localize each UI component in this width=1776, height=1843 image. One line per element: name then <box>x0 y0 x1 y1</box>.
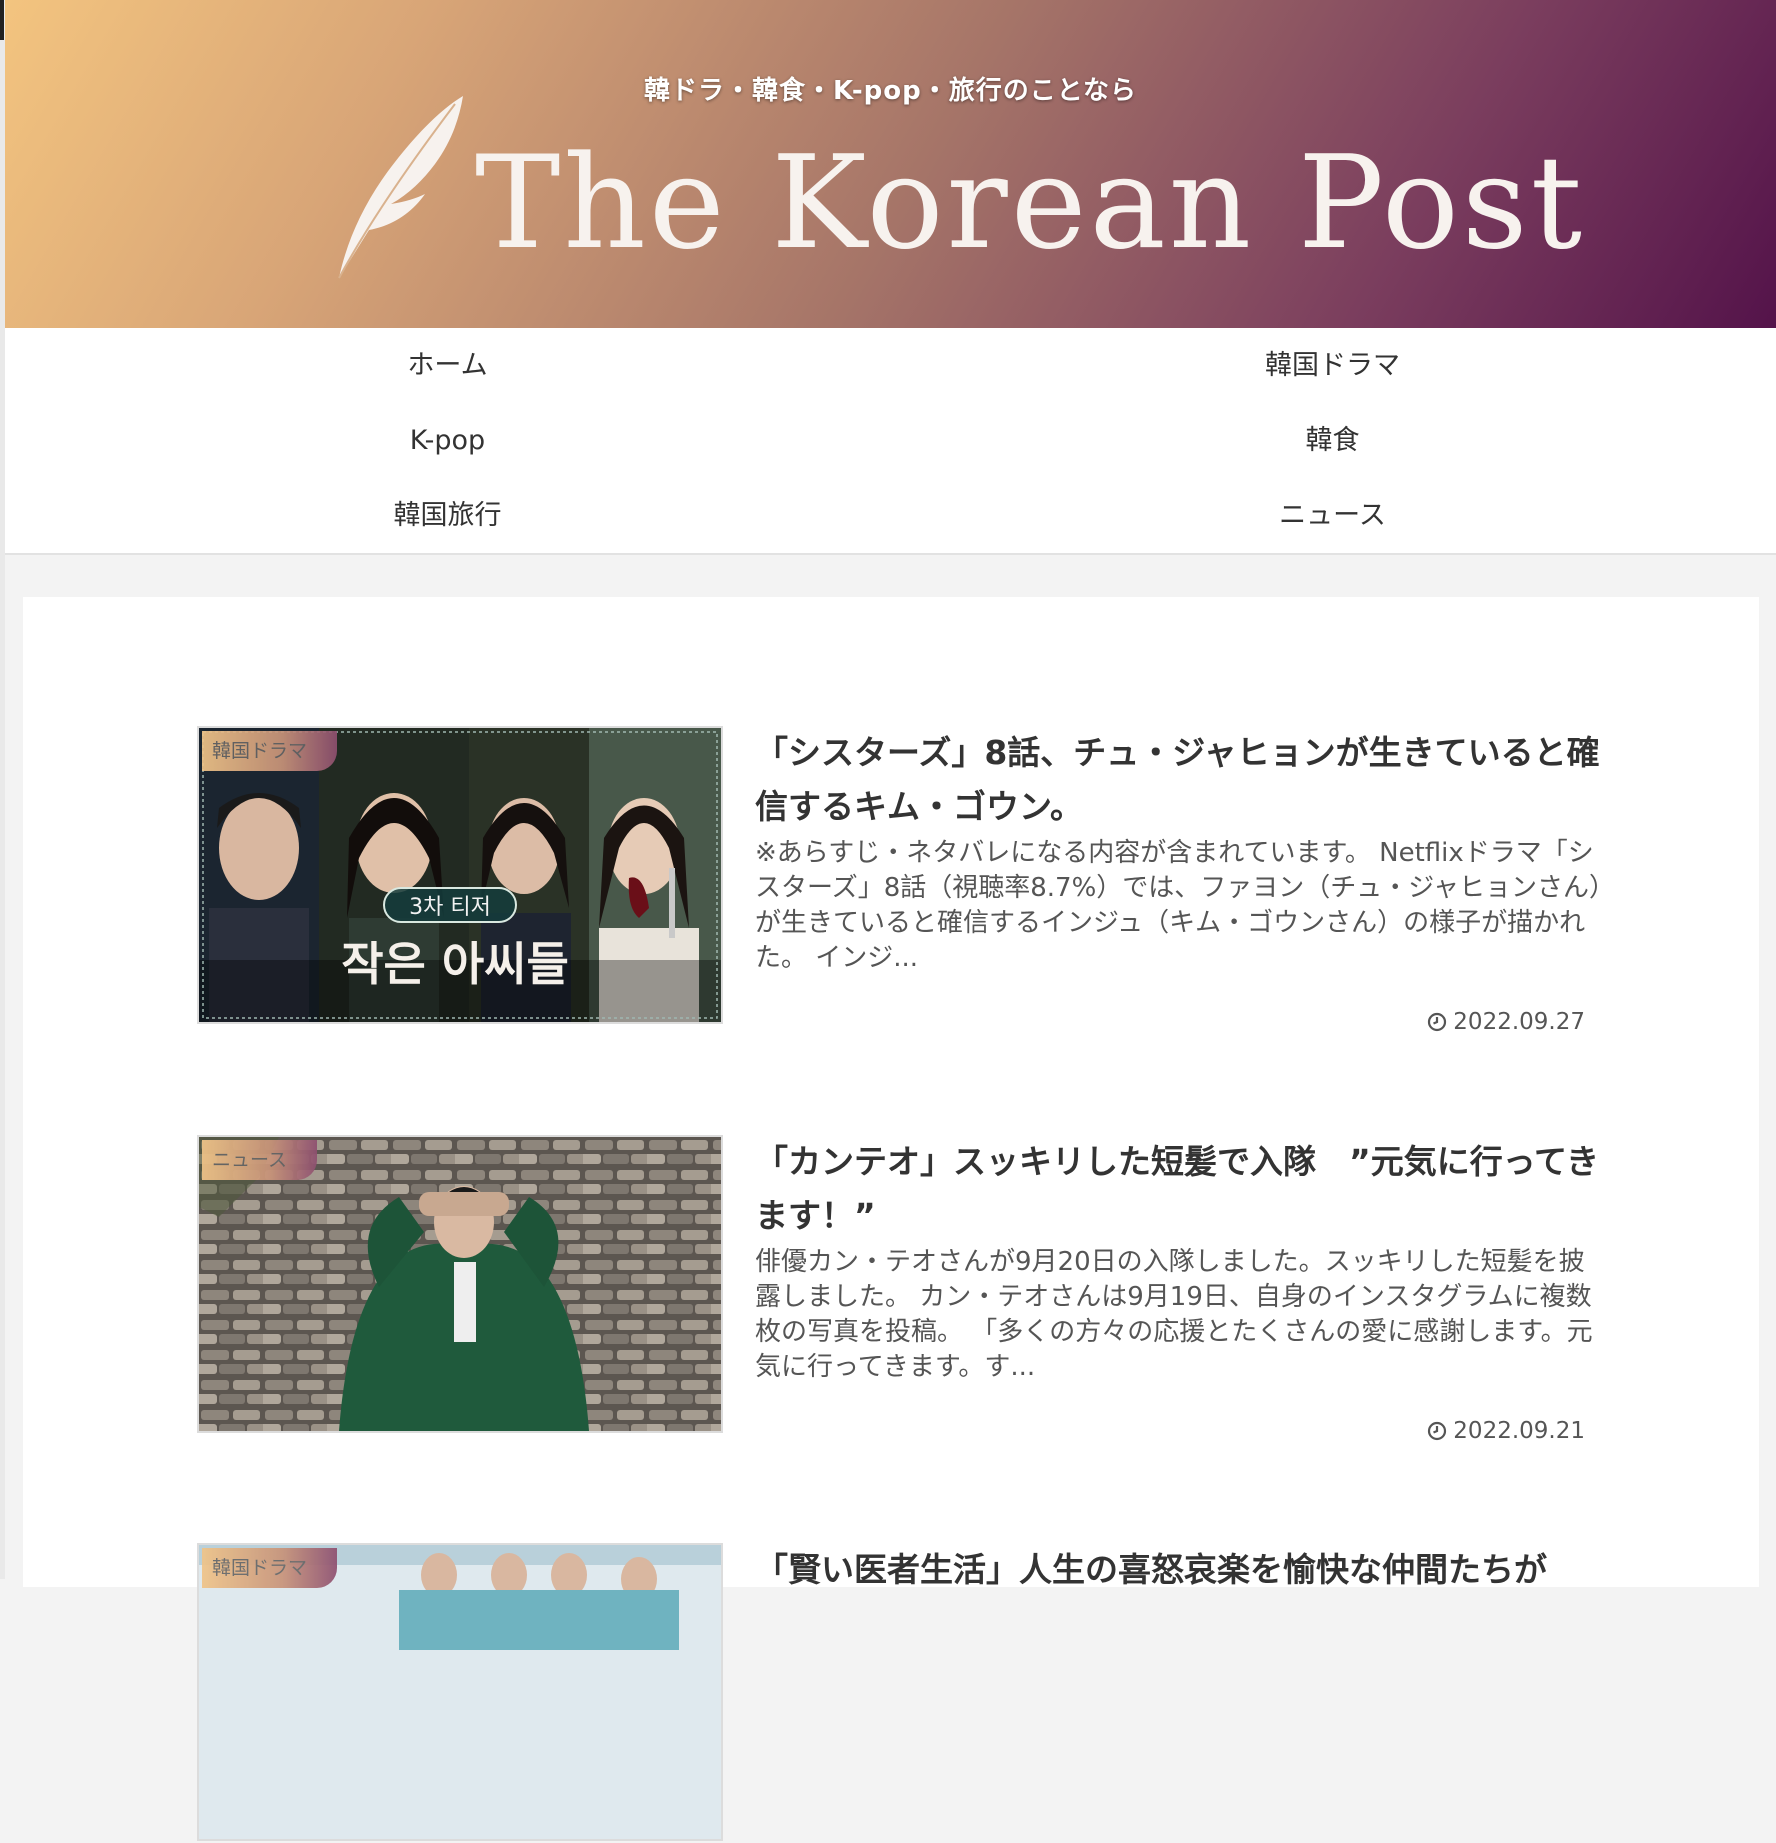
poster-badge-text: 3차 티저 <box>409 895 491 920</box>
post-title[interactable]: 「カンテオ」スッキリした短髪で入隊 ”元気に行ってきます！” <box>755 1135 1603 1243</box>
post-card[interactable]: ニュース 「カンテオ」スッキリした短髪で入隊 ”元気に行ってきます！” 俳優カン… <box>197 1135 1603 1444</box>
window-edge-mark <box>0 0 4 40</box>
post-card[interactable]: 韓国ドラマ 「賢い医者生活」人生の喜怒哀楽を愉快な仲間たちが <box>197 1543 1603 1843</box>
post-card[interactable]: 3차 티저 작은 아씨들 韓国ドラマ 「シスターズ」8話、チュ・ジャヒョンが生き… <box>197 726 1603 1035</box>
post-date-text: 2022.09.21 <box>1453 1418 1585 1444</box>
news-photo-image <box>199 1137 721 1431</box>
post-thumbnail[interactable]: 3차 티저 작은 아씨들 韓国ドラマ <box>197 726 723 1024</box>
drama-photo-image <box>199 1545 721 1839</box>
clock-icon <box>1428 1421 1447 1441</box>
post-date-text: 2022.09.27 <box>1453 1009 1585 1035</box>
category-badge: 韓国ドラマ <box>202 731 338 771</box>
main-nav: ホーム 韓国ドラマ K-pop 韓食 韓国旅行 ニュース <box>5 328 1776 555</box>
nav-item-kpop[interactable]: K-pop <box>5 403 890 478</box>
post-thumbnail[interactable]: ニュース <box>197 1135 723 1433</box>
feather-icon <box>338 96 463 279</box>
site-logo[interactable]: The Korean Post <box>325 80 1582 300</box>
post-thumbnail[interactable]: 韓国ドラマ <box>197 1543 723 1841</box>
category-badge: 韓国ドラマ <box>202 1548 338 1588</box>
post-snippet: 俳優カン・テオさんが9月20日の入隊しました。スッキリした短髪を披露しました。 … <box>755 1247 1593 1382</box>
post-title[interactable]: 「シスターズ」8話、チュ・ジャヒョンが生きていると確信するキム・ゴウン。 <box>755 726 1603 834</box>
nav-item-home[interactable]: ホーム <box>5 328 890 403</box>
post-title[interactable]: 「賢い医者生活」人生の喜怒哀楽を愉快な仲間たちが <box>755 1543 1603 1597</box>
category-badge: ニュース <box>202 1140 318 1180</box>
post-date: 2022.09.21 <box>1427 1418 1585 1444</box>
drama-poster-image: 3차 티저 작은 아씨들 <box>199 728 721 1022</box>
site-header: 韓ドラ・韓食・K-pop・旅行のことなら The Korean Post <box>5 0 1776 328</box>
nav-item-korean-food[interactable]: 韓食 <box>890 403 1775 478</box>
main-content: 3차 티저 작은 아씨들 韓国ドラマ 「シスターズ」8話、チュ・ジャヒョンが生き… <box>23 597 1759 1841</box>
clock-icon <box>1428 1012 1447 1032</box>
nav-item-news[interactable]: ニュース <box>890 478 1775 553</box>
poster-title-text: 작은 아씨들 <box>341 937 569 991</box>
post-date: 2022.09.27 <box>1427 1009 1585 1035</box>
logo-text: The Korean Post <box>475 129 1585 278</box>
nav-item-korean-drama[interactable]: 韓国ドラマ <box>890 328 1775 403</box>
post-snippet: ※あらすじ・ネタバレになる内容が含まれています。 Netflixドラマ「シスター… <box>755 838 1602 973</box>
nav-item-korea-travel[interactable]: 韓国旅行 <box>5 478 890 553</box>
